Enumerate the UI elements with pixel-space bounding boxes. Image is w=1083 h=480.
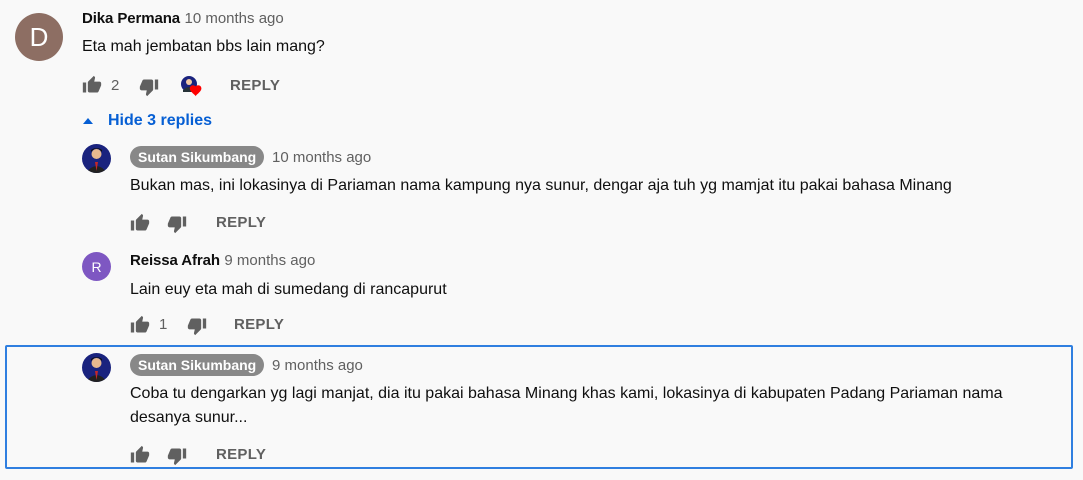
thumbs-down-icon[interactable] [187,316,207,336]
avatar[interactable] [82,353,111,382]
hide-replies-label: Hide 3 replies [108,112,213,129]
caret-up-icon [83,118,93,124]
avatar-letter: R [91,258,102,275]
reply-button[interactable]: REPLY [216,446,266,463]
thumbs-down-icon[interactable] [139,77,159,97]
avatar[interactable]: D [15,13,63,61]
comment-text: Lain euy eta mah di sumedang di rancapur… [130,281,447,298]
thumbs-up-icon[interactable] [130,213,150,233]
comment-text-line-2: desanya sunur... [130,409,248,426]
thumbs-down-icon[interactable] [167,214,187,234]
thumbs-up-icon[interactable] [130,315,150,335]
channel-owner-badge[interactable]: Sutan Sikumbang [130,354,265,376]
comment-time[interactable]: 9 months ago [272,357,363,374]
comment-author[interactable]: Dika Permana [82,10,180,27]
comment-author[interactable]: Reissa Afrah [130,252,220,269]
thumbs-up-icon[interactable] [130,445,150,465]
comment-time[interactable]: 10 months ago [184,10,283,27]
reply-button[interactable]: REPLY [234,316,284,333]
comment-text: Bukan mas, ini lokasinya di Pariaman nam… [130,177,952,194]
channel-owner-badge[interactable]: Sutan Sikumbang [130,146,265,168]
hide-replies-button[interactable]: Hide 3 replies [82,112,212,130]
avatar[interactable] [82,144,111,173]
creator-heart-icon [180,75,204,99]
like-count: 2 [111,77,120,94]
thumbs-down-icon[interactable] [167,446,187,466]
comment-time[interactable]: 9 months ago [224,252,315,269]
reply-button[interactable]: REPLY [230,77,280,94]
thumbs-up-icon[interactable] [82,75,102,95]
like-count: 1 [159,316,168,333]
avatar[interactable]: R [82,252,111,281]
comment-text-line-1: Coba tu dengarkan yg lagi manjat, dia it… [130,385,1003,402]
reply-button[interactable]: REPLY [216,214,266,231]
comment-header: Reissa Afrah 9 months ago [130,252,315,270]
comment-text: Eta mah jembatan bbs lain mang? [82,38,325,55]
comment-time[interactable]: 10 months ago [272,149,371,166]
avatar-letter: D [29,21,49,52]
comment-header: Dika Permana 10 months ago [82,10,284,28]
